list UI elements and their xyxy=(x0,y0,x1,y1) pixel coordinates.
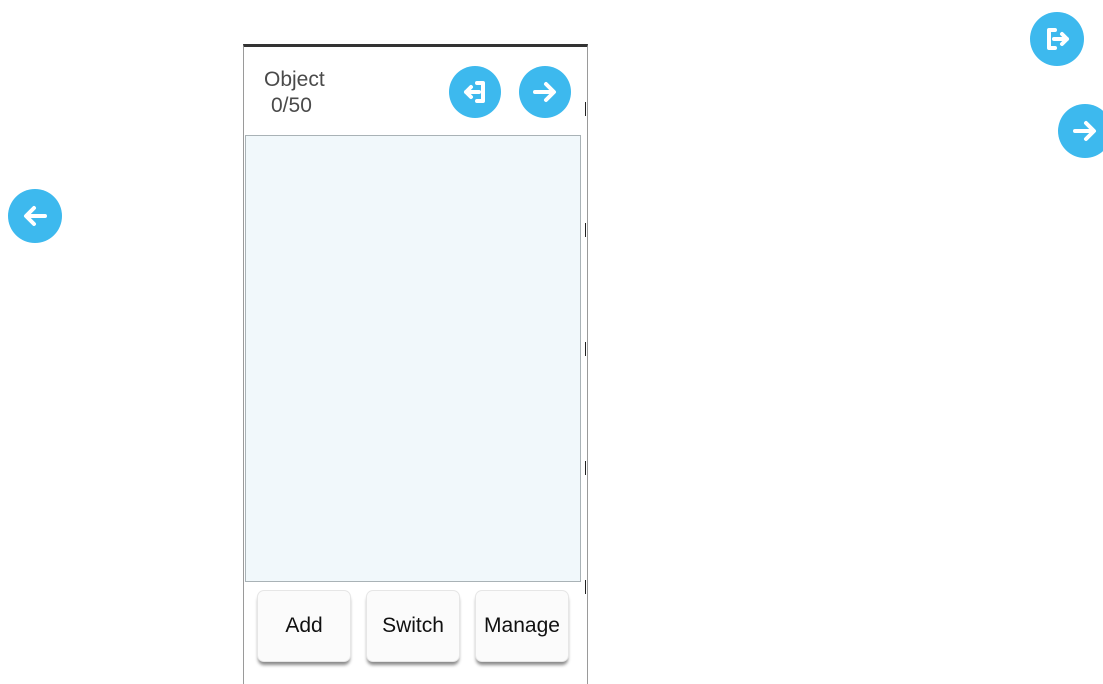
object-list[interactable] xyxy=(245,135,581,582)
exit-icon xyxy=(464,81,485,103)
panel-exit-button[interactable] xyxy=(449,66,501,118)
exit-icon xyxy=(1047,28,1069,50)
panel-title: Object xyxy=(264,68,325,91)
exit-button[interactable] xyxy=(1030,12,1084,66)
edge-mark xyxy=(585,580,591,594)
object-panel: Object 0/50 Add Switch Manage xyxy=(243,44,588,684)
switch-button[interactable]: Switch xyxy=(366,590,460,662)
edge-mark xyxy=(585,461,591,475)
background-edge-marks xyxy=(585,96,591,596)
object-count: 0/50 xyxy=(271,94,312,117)
back-button[interactable] xyxy=(8,189,62,243)
panel-forward-button[interactable] xyxy=(519,66,571,118)
manage-button[interactable]: Manage xyxy=(475,590,569,662)
edge-mark xyxy=(585,223,591,237)
add-button[interactable]: Add xyxy=(257,590,351,662)
forward-button[interactable] xyxy=(1058,104,1103,158)
edge-mark xyxy=(585,342,591,356)
panel-header: Object 0/50 xyxy=(244,47,587,135)
arrow-left-icon xyxy=(24,206,47,226)
action-button-row: Add Switch Manage xyxy=(244,590,587,670)
arrow-right-icon xyxy=(1073,121,1096,141)
edge-mark xyxy=(585,102,591,116)
arrow-right-icon xyxy=(533,82,556,102)
